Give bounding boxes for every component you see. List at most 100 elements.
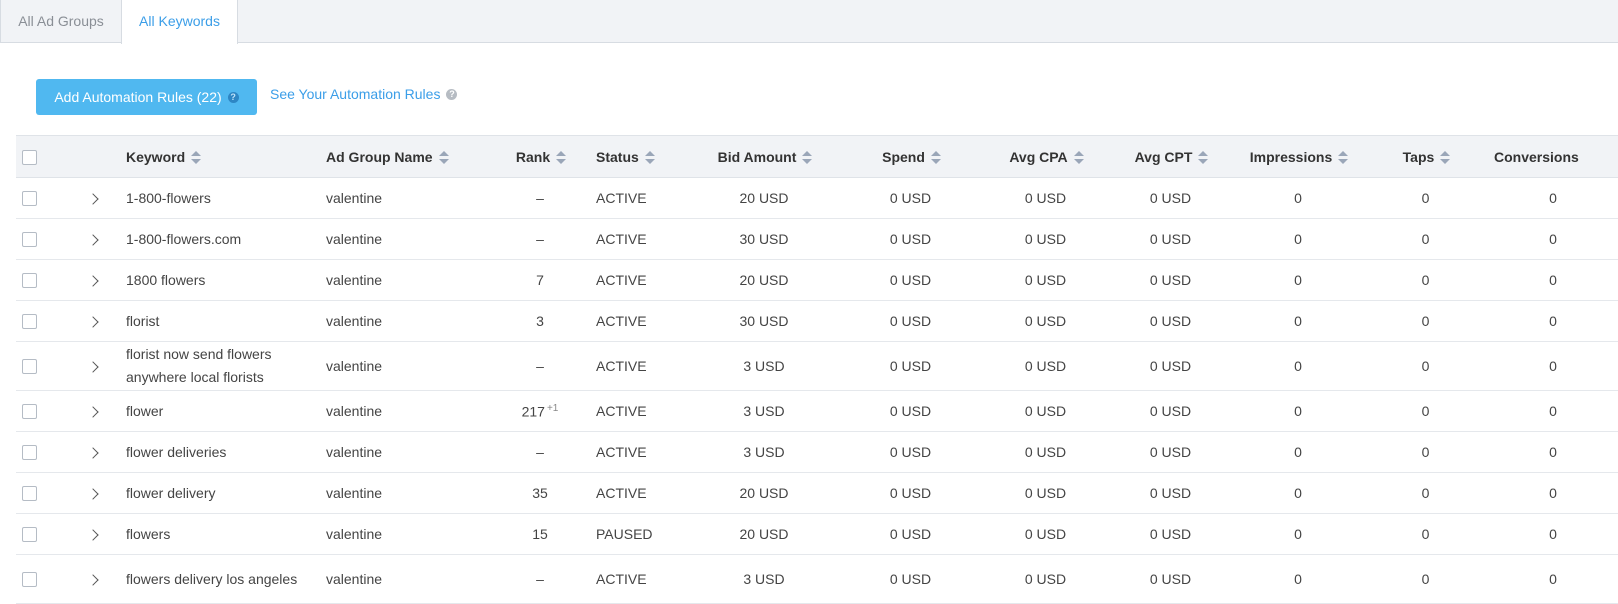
- header-bid-amount[interactable]: Bid Amount: [690, 135, 838, 178]
- cell-bid: 3 USD: [690, 431, 838, 473]
- row-select-cell: [16, 259, 66, 301]
- chevron-right-icon[interactable]: [87, 406, 99, 418]
- sort-icon[interactable]: [1073, 151, 1084, 165]
- row-checkbox[interactable]: [22, 404, 37, 420]
- header-rank-label: Rank: [515, 148, 551, 165]
- cell-status: ACTIVE: [590, 472, 690, 514]
- chevron-right-icon[interactable]: [87, 275, 99, 287]
- cell-conversions: 0: [1488, 472, 1618, 514]
- cell-avg-cpa: 0 USD: [983, 431, 1108, 473]
- question-circle-icon[interactable]: ?: [446, 88, 458, 100]
- cell-keyword: florist now send flowers anywhere local …: [120, 341, 320, 391]
- row-expand-cell: [66, 300, 120, 342]
- cell-avg-cpa: 0 USD: [983, 300, 1108, 342]
- header-impressions[interactable]: Impressions: [1233, 135, 1363, 178]
- row-checkbox[interactable]: [22, 232, 37, 248]
- cell-ad-group: valentine: [320, 431, 490, 473]
- header-spend-label: Spend: [882, 148, 925, 165]
- table-row: florist now send flowers anywhere local …: [16, 341, 1618, 391]
- select-all-cell: [16, 135, 66, 178]
- chevron-right-icon[interactable]: [87, 574, 99, 586]
- cell-spend: 0 USD: [838, 513, 983, 555]
- cell-status: ACTIVE: [590, 218, 690, 260]
- row-checkbox[interactable]: [22, 314, 37, 330]
- cell-taps: 0: [1363, 259, 1488, 301]
- header-avg-cpt[interactable]: Avg CPT: [1108, 135, 1233, 178]
- cell-impressions: 0: [1233, 390, 1363, 432]
- cell-taps: 0: [1363, 431, 1488, 473]
- row-checkbox[interactable]: [22, 191, 37, 207]
- cell-rank: 217 +1: [490, 390, 590, 432]
- row-expand-cell: [66, 554, 120, 604]
- chevron-right-icon[interactable]: [87, 361, 99, 373]
- cell-bid: 30 USD: [690, 218, 838, 260]
- cell-spend: 0 USD: [838, 472, 983, 514]
- cell-status: ACTIVE: [590, 390, 690, 432]
- header-status[interactable]: Status: [590, 135, 690, 178]
- rank-value: 217: [521, 403, 545, 420]
- cell-impressions: 0: [1233, 554, 1363, 604]
- sort-icon[interactable]: [1198, 151, 1209, 165]
- sort-icon[interactable]: [644, 151, 655, 165]
- expand-header: [66, 135, 120, 178]
- cell-avg-cpa: 0 USD: [983, 259, 1108, 301]
- cell-bid: 20 USD: [690, 513, 838, 555]
- cell-avg-cpa: 0 USD: [983, 513, 1108, 555]
- header-keyword[interactable]: Keyword: [120, 135, 320, 178]
- cell-conversions: 0: [1488, 300, 1618, 342]
- row-checkbox[interactable]: [22, 273, 37, 289]
- cell-bid: 30 USD: [690, 300, 838, 342]
- cell-avg-cpa: 0 USD: [983, 554, 1108, 604]
- keywords-table: Keyword Ad Group Name Rank Status Bid Am…: [16, 135, 1618, 604]
- cell-keyword: flower delivery: [120, 472, 320, 514]
- cell-bid: 20 USD: [690, 177, 838, 219]
- cell-impressions: 0: [1233, 177, 1363, 219]
- cell-ad-group: valentine: [320, 218, 490, 260]
- cell-avg-cpa: 0 USD: [983, 177, 1108, 219]
- row-checkbox[interactable]: [22, 359, 37, 375]
- row-expand-cell: [66, 472, 120, 514]
- table-row: flower valentine 217 +1 ACTIVE 3 USD 0 US…: [16, 390, 1618, 432]
- header-avg-cpa[interactable]: Avg CPA: [983, 135, 1108, 178]
- chevron-right-icon[interactable]: [87, 447, 99, 459]
- row-checkbox[interactable]: [22, 572, 37, 588]
- sort-icon[interactable]: [930, 151, 941, 165]
- header-conversions[interactable]: Conversions: [1488, 135, 1618, 178]
- cell-status: ACTIVE: [590, 177, 690, 219]
- add-automation-rules-button[interactable]: Add Automation Rules (22) ?: [36, 79, 257, 115]
- row-expand-cell: [66, 259, 120, 301]
- row-select-cell: [16, 554, 66, 604]
- sort-icon[interactable]: [191, 151, 202, 165]
- row-checkbox[interactable]: [22, 527, 37, 543]
- cell-impressions: 0: [1233, 259, 1363, 301]
- chevron-right-icon[interactable]: [87, 488, 99, 500]
- sort-icon[interactable]: [438, 151, 449, 165]
- see-automation-rules-link[interactable]: See Your Automation Rules ?: [270, 86, 458, 102]
- sort-icon[interactable]: [556, 151, 567, 165]
- chevron-right-icon[interactable]: [87, 234, 99, 246]
- header-impressions-label: Impressions: [1249, 148, 1333, 165]
- row-select-cell: [16, 431, 66, 473]
- row-checkbox[interactable]: [22, 486, 37, 502]
- select-all-checkbox[interactable]: [22, 149, 37, 165]
- cell-keyword: flower deliveries: [120, 431, 320, 473]
- cell-taps: 0: [1363, 218, 1488, 260]
- chevron-right-icon[interactable]: [87, 316, 99, 328]
- header-taps[interactable]: Taps: [1363, 135, 1488, 178]
- cell-conversions: 0: [1488, 554, 1618, 604]
- chevron-right-icon[interactable]: [87, 193, 99, 205]
- header-spend[interactable]: Spend: [838, 135, 983, 178]
- tab-all-ad-groups[interactable]: All Ad Groups: [0, 0, 121, 43]
- sort-icon[interactable]: [1338, 151, 1349, 165]
- row-checkbox[interactable]: [22, 445, 37, 461]
- sort-icon[interactable]: [1440, 151, 1451, 165]
- cell-taps: 0: [1363, 177, 1488, 219]
- header-ad-group-name[interactable]: Ad Group Name: [320, 135, 490, 178]
- cell-impressions: 0: [1233, 218, 1363, 260]
- tab-all-keywords[interactable]: All Keywords: [121, 0, 238, 44]
- cell-rank: –: [490, 431, 590, 473]
- header-rank[interactable]: Rank: [490, 135, 590, 178]
- sort-icon[interactable]: [802, 151, 813, 165]
- chevron-right-icon[interactable]: [87, 529, 99, 541]
- header-keyword-label: Keyword: [126, 148, 186, 165]
